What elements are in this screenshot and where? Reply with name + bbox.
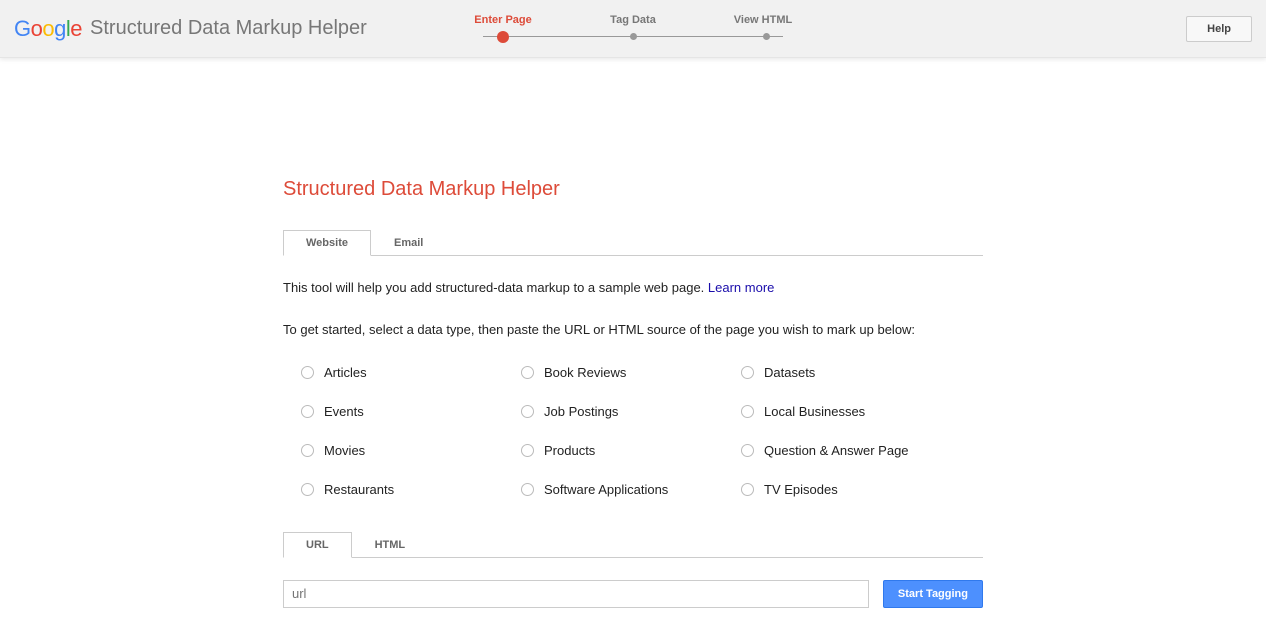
radio-label: Articles bbox=[324, 365, 367, 380]
radio-icon bbox=[741, 483, 754, 496]
help-button[interactable]: Help bbox=[1186, 16, 1252, 42]
radio-icon bbox=[741, 444, 754, 457]
radio-icon bbox=[301, 405, 314, 418]
radio-restaurants[interactable]: Restaurants bbox=[301, 482, 521, 497]
radio-label: TV Episodes bbox=[764, 482, 838, 497]
radio-local-businesses[interactable]: Local Businesses bbox=[741, 404, 961, 419]
radio-tv-episodes[interactable]: TV Episodes bbox=[741, 482, 961, 497]
radio-label: Question & Answer Page bbox=[764, 443, 909, 458]
radio-book-reviews[interactable]: Book Reviews bbox=[521, 365, 741, 380]
app-title: Structured Data Markup Helper bbox=[90, 17, 367, 40]
page-header: Google Structured Data Markup Helper Ent… bbox=[0, 0, 1266, 58]
step-label-view-html: View HTML bbox=[723, 14, 803, 26]
tab-url[interactable]: URL bbox=[283, 532, 352, 558]
radio-label: Local Businesses bbox=[764, 404, 865, 419]
step-label-enter-page: Enter Page bbox=[463, 14, 543, 26]
radio-products[interactable]: Products bbox=[521, 443, 741, 458]
radio-job-postings[interactable]: Job Postings bbox=[521, 404, 741, 419]
radio-icon bbox=[741, 405, 754, 418]
input-row: Start Tagging bbox=[283, 580, 983, 608]
start-tagging-button[interactable]: Start Tagging bbox=[883, 580, 983, 608]
radio-icon bbox=[301, 366, 314, 379]
radio-label: Products bbox=[544, 443, 595, 458]
learn-more-link[interactable]: Learn more bbox=[708, 280, 774, 295]
tab-html[interactable]: HTML bbox=[352, 532, 429, 558]
intro-text-span: This tool will help you add structured-d… bbox=[283, 280, 708, 295]
radio-icon bbox=[521, 405, 534, 418]
main-content: Structured Data Markup Helper Website Em… bbox=[283, 178, 983, 608]
radio-label: Book Reviews bbox=[544, 365, 626, 380]
radio-icon bbox=[741, 366, 754, 379]
radio-icon bbox=[301, 444, 314, 457]
url-input[interactable] bbox=[283, 580, 869, 608]
radio-label: Movies bbox=[324, 443, 365, 458]
radio-icon bbox=[301, 483, 314, 496]
radio-software-applications[interactable]: Software Applications bbox=[521, 482, 741, 497]
radio-icon bbox=[521, 444, 534, 457]
google-logo: Google bbox=[14, 16, 82, 42]
content-type-tabs: Website Email bbox=[283, 229, 983, 256]
tab-email[interactable]: Email bbox=[371, 230, 446, 256]
instructions-text: To get started, select a data type, then… bbox=[283, 322, 983, 337]
radio-events[interactable]: Events bbox=[301, 404, 521, 419]
radio-label: Job Postings bbox=[544, 404, 618, 419]
tab-website[interactable]: Website bbox=[283, 230, 371, 256]
step-dot bbox=[763, 33, 770, 40]
radio-articles[interactable]: Articles bbox=[301, 365, 521, 380]
radio-label: Datasets bbox=[764, 365, 815, 380]
radio-label: Restaurants bbox=[324, 482, 394, 497]
step-label-tag-data: Tag Data bbox=[593, 14, 673, 26]
radio-icon bbox=[521, 483, 534, 496]
intro-text: This tool will help you add structured-d… bbox=[283, 278, 983, 298]
step-dot-active bbox=[497, 31, 509, 43]
radio-label: Events bbox=[324, 404, 364, 419]
radio-icon bbox=[521, 366, 534, 379]
radio-movies[interactable]: Movies bbox=[301, 443, 521, 458]
radio-qa-page[interactable]: Question & Answer Page bbox=[741, 443, 961, 458]
source-tabs: URL HTML bbox=[283, 531, 983, 558]
page-title: Structured Data Markup Helper bbox=[283, 178, 983, 201]
progress-stepper: Enter Page Tag Data View HTML bbox=[463, 14, 803, 42]
radio-datasets[interactable]: Datasets bbox=[741, 365, 961, 380]
radio-label: Software Applications bbox=[544, 482, 668, 497]
step-dot bbox=[630, 33, 637, 40]
data-type-grid: Articles Book Reviews Datasets Events Jo… bbox=[301, 365, 983, 497]
